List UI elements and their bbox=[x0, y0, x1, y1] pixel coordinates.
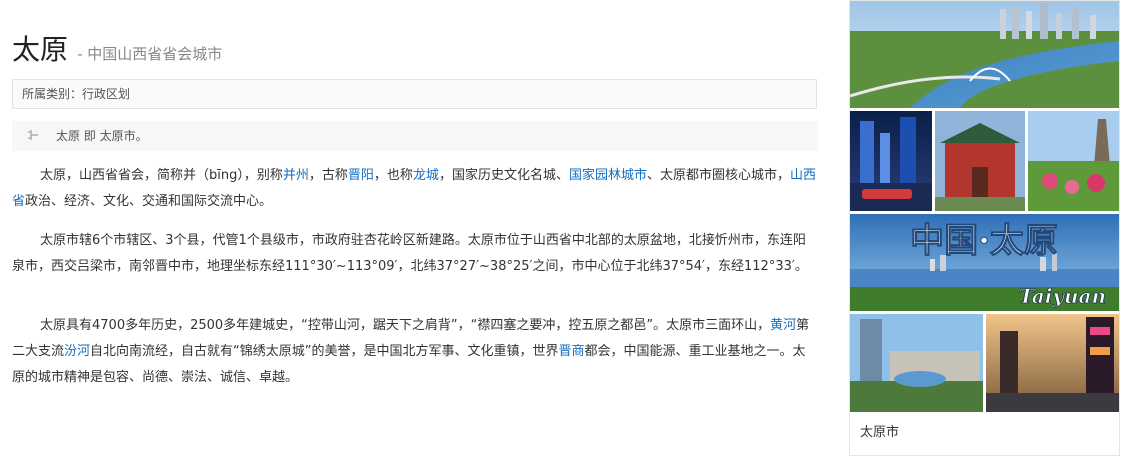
link-jinyang[interactable]: 晋阳 bbox=[348, 168, 374, 183]
page-header: 太原 - 中国山西省省会城市 bbox=[12, 28, 222, 68]
banner-english-text: Taiyuan bbox=[1019, 284, 1106, 308]
redirect-text: 太原 即 太原市。 bbox=[56, 129, 148, 143]
text-run: 太原具有4700多年历史，2500多年建城史，“控带山河，踞天下之肩背”，“襟四… bbox=[40, 318, 771, 333]
link-yellow-river[interactable]: 黄河 bbox=[770, 318, 796, 333]
link-jin-merchants[interactable]: 晋商 bbox=[559, 344, 585, 359]
text-run: ，国家历史文化名城、 bbox=[438, 168, 569, 183]
paragraph-history: 太原具有4700多年历史，2500多年建城史，“控带山河，踞天下之肩背”，“襟四… bbox=[12, 313, 817, 391]
link-longcheng[interactable]: 龙城 bbox=[413, 168, 439, 183]
collage-image: 中国·太原 Taiyuan bbox=[850, 1, 1119, 412]
category-bar: 所属类别：行政区划 bbox=[12, 79, 817, 109]
redirect-notice: 太原 即 太原市。 bbox=[12, 121, 818, 151]
category-label: 所属类别：行政区划 bbox=[22, 87, 131, 101]
page-title: 太原 bbox=[12, 33, 69, 66]
text-run: ，古称 bbox=[308, 168, 348, 183]
sidebar-image-card: 中国·太原 Taiyuan 太原市 bbox=[849, 0, 1120, 456]
text-run: 太原，山西省省会，简称并（bīng），别称 bbox=[40, 168, 283, 183]
image-caption: 太原市 bbox=[860, 425, 900, 440]
link-garden-city[interactable]: 国家园林城市 bbox=[569, 168, 647, 183]
link-bingzhou[interactable]: 并州 bbox=[283, 168, 309, 183]
banner-chinese-text: 中国·太原 bbox=[910, 221, 1058, 261]
text-run: 、太原都市圈核心城市， bbox=[646, 168, 790, 183]
redirect-icon bbox=[28, 130, 38, 140]
link-fen-river[interactable]: 汾河 bbox=[64, 344, 90, 359]
text-run: 自北向南流经，自古就有“锦绣太原城”的美誉，是中国北方军事、文化重镇，世界 bbox=[90, 344, 559, 359]
paragraph-intro: 太原，山西省省会，简称并（bīng），别称并州，古称晋阳，也称龙城，国家历史文化… bbox=[12, 163, 817, 215]
text-run: ，也称 bbox=[373, 168, 413, 183]
paragraph-geography: 太原市辖6个市辖区、3个县，代管1个县级市，市政府驻杏花岭区新建路。太原市位于山… bbox=[12, 233, 808, 274]
text-run: 政治、经济、文化、交通和国际交流中心。 bbox=[25, 194, 273, 209]
city-photo-collage[interactable]: 中国·太原 Taiyuan bbox=[850, 1, 1119, 412]
page-subtitle: - 中国山西省省会城市 bbox=[77, 45, 223, 63]
